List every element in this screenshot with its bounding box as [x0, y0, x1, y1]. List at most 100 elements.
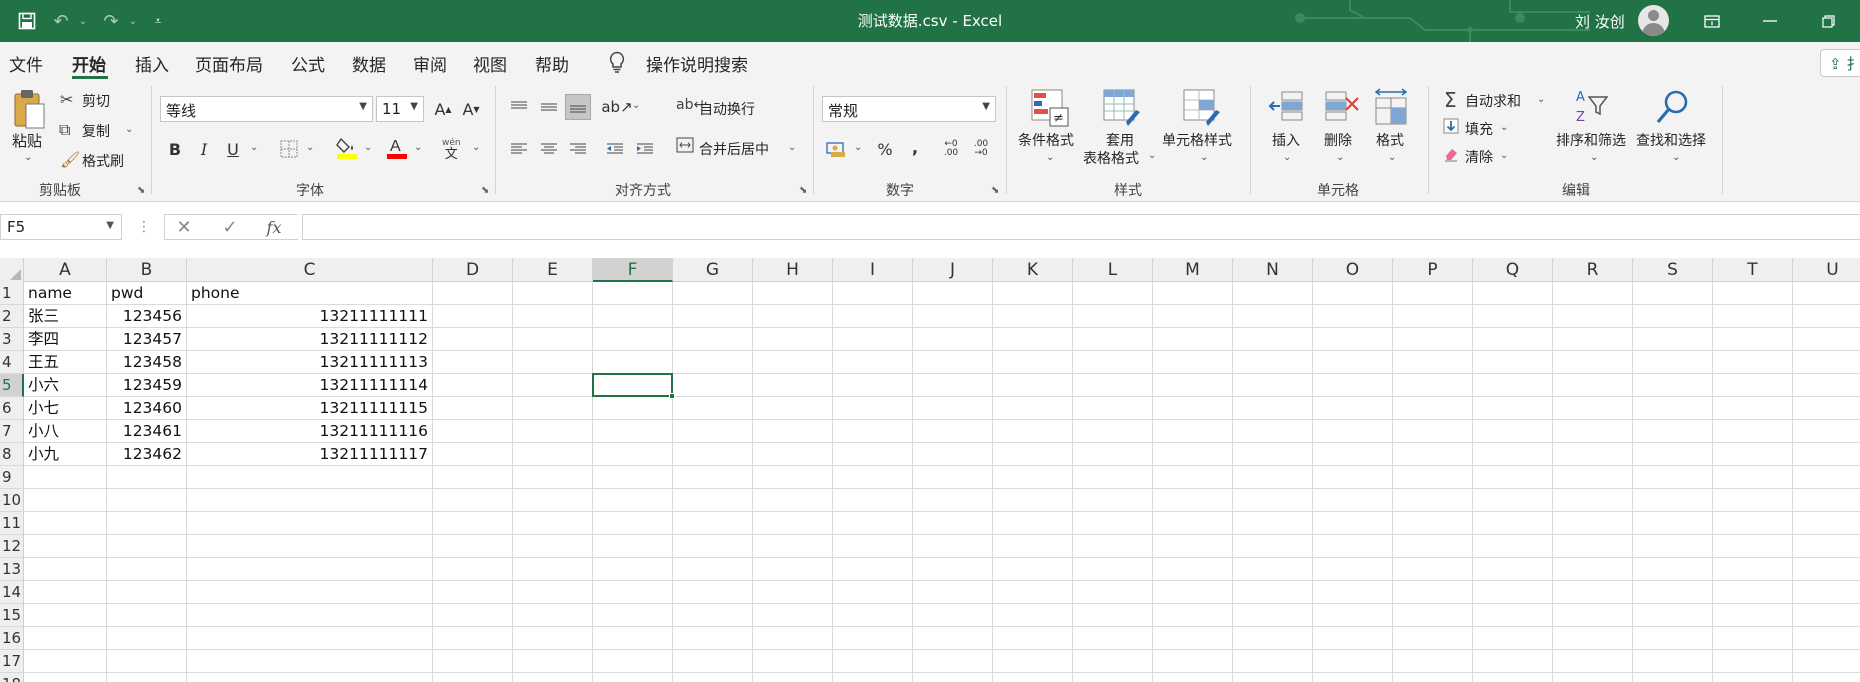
borders-icon[interactable] [276, 136, 302, 162]
row-header-3[interactable]: 3 [0, 328, 24, 351]
share-button[interactable]: ⇪ 扌 [1820, 49, 1860, 77]
cell-b8[interactable]: 123462 [107, 443, 186, 466]
column-header-g[interactable]: G [673, 258, 753, 282]
align-left-icon[interactable] [506, 136, 532, 162]
cell-c3[interactable]: 13211111112 [187, 328, 432, 351]
cut-button[interactable]: 剪切 [82, 91, 110, 111]
row-header-14[interactable]: 14 [0, 581, 24, 604]
cell-a7[interactable]: 小八 [24, 420, 106, 443]
delete-cells-dropdown-icon[interactable]: ⌄ [1336, 152, 1344, 163]
decrease-indent-icon[interactable] [602, 136, 628, 162]
underline-button[interactable]: U [220, 136, 246, 162]
select-all-button[interactable] [0, 258, 24, 282]
number-format-select[interactable]: 常规 ▼ [822, 96, 996, 122]
column-header-d[interactable]: D [433, 258, 513, 282]
undo-icon[interactable]: ↶ [48, 0, 74, 42]
clear-dropdown-icon[interactable]: ⌄ [1500, 150, 1508, 161]
row-header-18[interactable]: 18 [0, 673, 24, 682]
cell-styles-button[interactable]: 单元格样式 [1162, 130, 1232, 150]
grow-font-button[interactable]: A ▲ [430, 96, 456, 122]
copy-button[interactable]: 复制 [82, 121, 110, 141]
conditional-formatting-icon[interactable]: ≠ [1030, 88, 1070, 128]
align-top-icon[interactable] [506, 94, 532, 120]
column-header-f[interactable]: F [593, 258, 673, 282]
number-launcher-icon[interactable]: ⬊ [991, 185, 999, 196]
row-header-15[interactable]: 15 [0, 604, 24, 627]
format-painter-button[interactable]: 格式刷 [82, 151, 124, 171]
sort-filter-dropdown-icon[interactable]: ⌄ [1590, 152, 1598, 163]
cancel-icon[interactable]: ✕ [164, 214, 204, 240]
font-color-dropdown-icon[interactable]: ⌄ [414, 142, 422, 153]
column-header-p[interactable]: P [1393, 258, 1473, 282]
merge-dropdown-icon[interactable]: ⌄ [788, 142, 796, 153]
insert-function-button[interactable]: fx [254, 214, 294, 240]
column-header-i[interactable]: I [833, 258, 913, 282]
lightbulb-icon[interactable] [608, 51, 626, 77]
accounting-dropdown-icon[interactable]: ⌄ [854, 142, 862, 153]
column-header-b[interactable]: B [107, 258, 187, 282]
row-header-10[interactable]: 10 [0, 489, 24, 512]
user-avatar-icon[interactable] [1638, 5, 1669, 36]
column-header-k[interactable]: K [993, 258, 1073, 282]
insert-cells-icon[interactable] [1268, 88, 1308, 128]
percent-style-button[interactable]: % [872, 136, 898, 162]
column-header-a[interactable]: A [24, 258, 107, 282]
find-select-icon[interactable] [1654, 88, 1694, 128]
cell-b5[interactable]: 123459 [107, 374, 186, 397]
cell-a5[interactable]: 小六 [24, 374, 106, 397]
cell-a6[interactable]: 小七 [24, 397, 106, 420]
customize-qat-icon[interactable]: ⩡ [150, 0, 166, 42]
font-name-select[interactable]: 等线 ▼ [160, 96, 373, 122]
tab-view[interactable]: 视图 [473, 51, 507, 76]
cell-c8[interactable]: 13211111117 [187, 443, 432, 466]
autosum-dropdown-icon[interactable]: ⌄ [1537, 94, 1545, 105]
more-options-icon[interactable]: ⋮ [124, 214, 164, 240]
font-color-icon[interactable]: A [384, 134, 410, 160]
worksheet-grid[interactable]: ABCDEFGHIJKLMNOPQRSTU 1 2 3 4 5 6 7 8 9 10 11 12 13 1… [0, 258, 1860, 682]
format-as-table-icon[interactable] [1102, 88, 1142, 128]
undo-dropdown-icon[interactable]: ⌄ [76, 0, 90, 42]
column-header-c[interactable]: C [187, 258, 433, 282]
tab-help[interactable]: 帮助 [535, 51, 569, 76]
cell-b2[interactable]: 123456 [107, 305, 186, 328]
column-header-l[interactable]: L [1073, 258, 1153, 282]
save-icon[interactable] [14, 0, 40, 42]
format-cells-button[interactable]: 格式 [1376, 130, 1404, 150]
format-as-table-button[interactable]: 表格格式 [1083, 148, 1139, 168]
format-as-table-label-1[interactable]: 套用 [1106, 130, 1134, 150]
cell-a1[interactable]: name [24, 282, 106, 305]
row-header-4[interactable]: 4 [0, 351, 24, 374]
row-header-6[interactable]: 6 [0, 397, 24, 420]
fill-button[interactable]: 填充 [1465, 119, 1493, 139]
row-header-13[interactable]: 13 [0, 558, 24, 581]
font-launcher-icon[interactable]: ⬊ [481, 185, 489, 196]
cell-c7[interactable]: 13211111116 [187, 420, 432, 443]
sort-filter-icon[interactable]: A Z [1574, 90, 1614, 130]
row-header-9[interactable]: 9 [0, 466, 24, 489]
cell-a3[interactable]: 李四 [24, 328, 106, 351]
italic-button[interactable]: I [191, 136, 217, 162]
ribbon-display-icon[interactable] [1684, 0, 1740, 42]
fill-color-icon[interactable] [334, 134, 360, 160]
increase-decimal-icon[interactable]: ←0 .00 [938, 136, 964, 162]
bold-button[interactable]: B [162, 136, 188, 162]
cell-b1[interactable]: pwd [107, 282, 186, 305]
align-center-icon[interactable] [536, 136, 562, 162]
cell-b3[interactable]: 123457 [107, 328, 186, 351]
font-size-select[interactable]: 11 ▼ [376, 96, 424, 122]
column-header-h[interactable]: H [753, 258, 833, 282]
tab-page-layout[interactable]: 页面布局 [195, 51, 263, 76]
cell-c1[interactable]: phone [187, 282, 432, 305]
paste-button[interactable]: 粘贴 [12, 130, 42, 151]
column-header-r[interactable]: R [1553, 258, 1633, 282]
cell-b6[interactable]: 123460 [107, 397, 186, 420]
merge-center-button[interactable]: 合并后居中 [699, 139, 769, 159]
paste-dropdown-icon[interactable]: ⌄ [24, 152, 32, 163]
restore-icon[interactable] [1800, 0, 1856, 42]
sort-filter-button[interactable]: 排序和筛选 [1556, 130, 1626, 150]
tab-home[interactable]: 开始 [72, 51, 106, 76]
tell-me-search[interactable]: 操作说明搜索 [646, 51, 748, 76]
phonetic-dropdown-icon[interactable]: ⌄ [472, 142, 480, 153]
cell-c5[interactable]: 13211111114 [187, 374, 432, 397]
column-header-t[interactable]: T [1713, 258, 1793, 282]
